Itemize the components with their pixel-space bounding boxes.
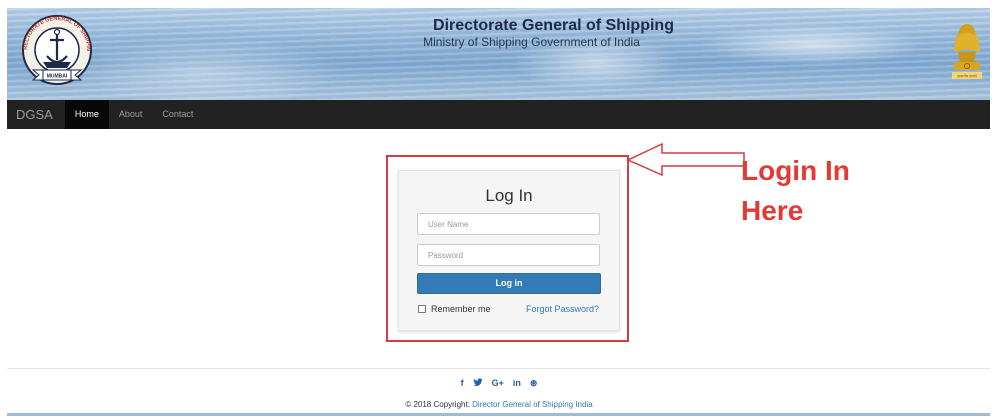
login-title: Log In [485,186,533,205]
login-panel: Log In Log in Remember me Forgot Passwor… [398,170,620,331]
nav-item-contact[interactable]: Contact [152,100,203,129]
social-links: f G+ in ⊛ [0,378,998,389]
header-banner: MUMBAI DIRECTORATE GENERAL OF SHIPPING D… [7,8,990,100]
login-button[interactable]: Log in [417,273,601,294]
copyright: © 2018 Copyright: Director General of Sh… [0,400,998,409]
remember-me-label[interactable]: Remember me [431,304,491,314]
forgot-password-link[interactable]: Forgot Password? [526,304,599,314]
remember-me: Remember me [418,304,491,314]
national-emblem-icon: सत्यमेव जयते [952,24,982,79]
remember-me-checkbox[interactable] [418,305,426,313]
page: MUMBAI DIRECTORATE GENERAL OF SHIPPING D… [0,0,998,420]
emblem-motto: सत्यमेव जयते [957,74,977,79]
username-input[interactable] [417,213,600,235]
copyright-link[interactable]: Director General of Shipping India [472,400,593,409]
twitter-icon[interactable] [473,378,483,389]
footer-divider [7,368,990,369]
nav-item-about[interactable]: About [109,100,153,129]
site-title: Directorate General of Shipping [433,17,674,34]
password-input[interactable] [417,244,600,266]
site-subtitle: Ministry of Shipping Government of India [423,35,640,49]
google-plus-icon[interactable]: G+ [492,378,504,389]
navbar-brand[interactable]: DGSA [7,107,65,122]
copyright-prefix: © 2018 Copyright: [405,400,473,409]
dribbble-icon[interactable]: ⊛ [530,378,538,389]
annotation-text: Login In Here [741,151,921,231]
annotation-line-1: Login In [741,155,850,186]
annotation-line-2: Here [741,195,804,226]
annotation-arrow-icon [626,142,745,177]
nav-item-home[interactable]: Home [64,100,109,129]
facebook-icon[interactable]: f [461,378,464,389]
seal-ribbon-text: MUMBAI [47,74,68,80]
linkedin-icon[interactable]: in [513,378,521,389]
bottom-bar [7,413,990,416]
top-navbar: DGSA Home About Contact [7,100,990,129]
